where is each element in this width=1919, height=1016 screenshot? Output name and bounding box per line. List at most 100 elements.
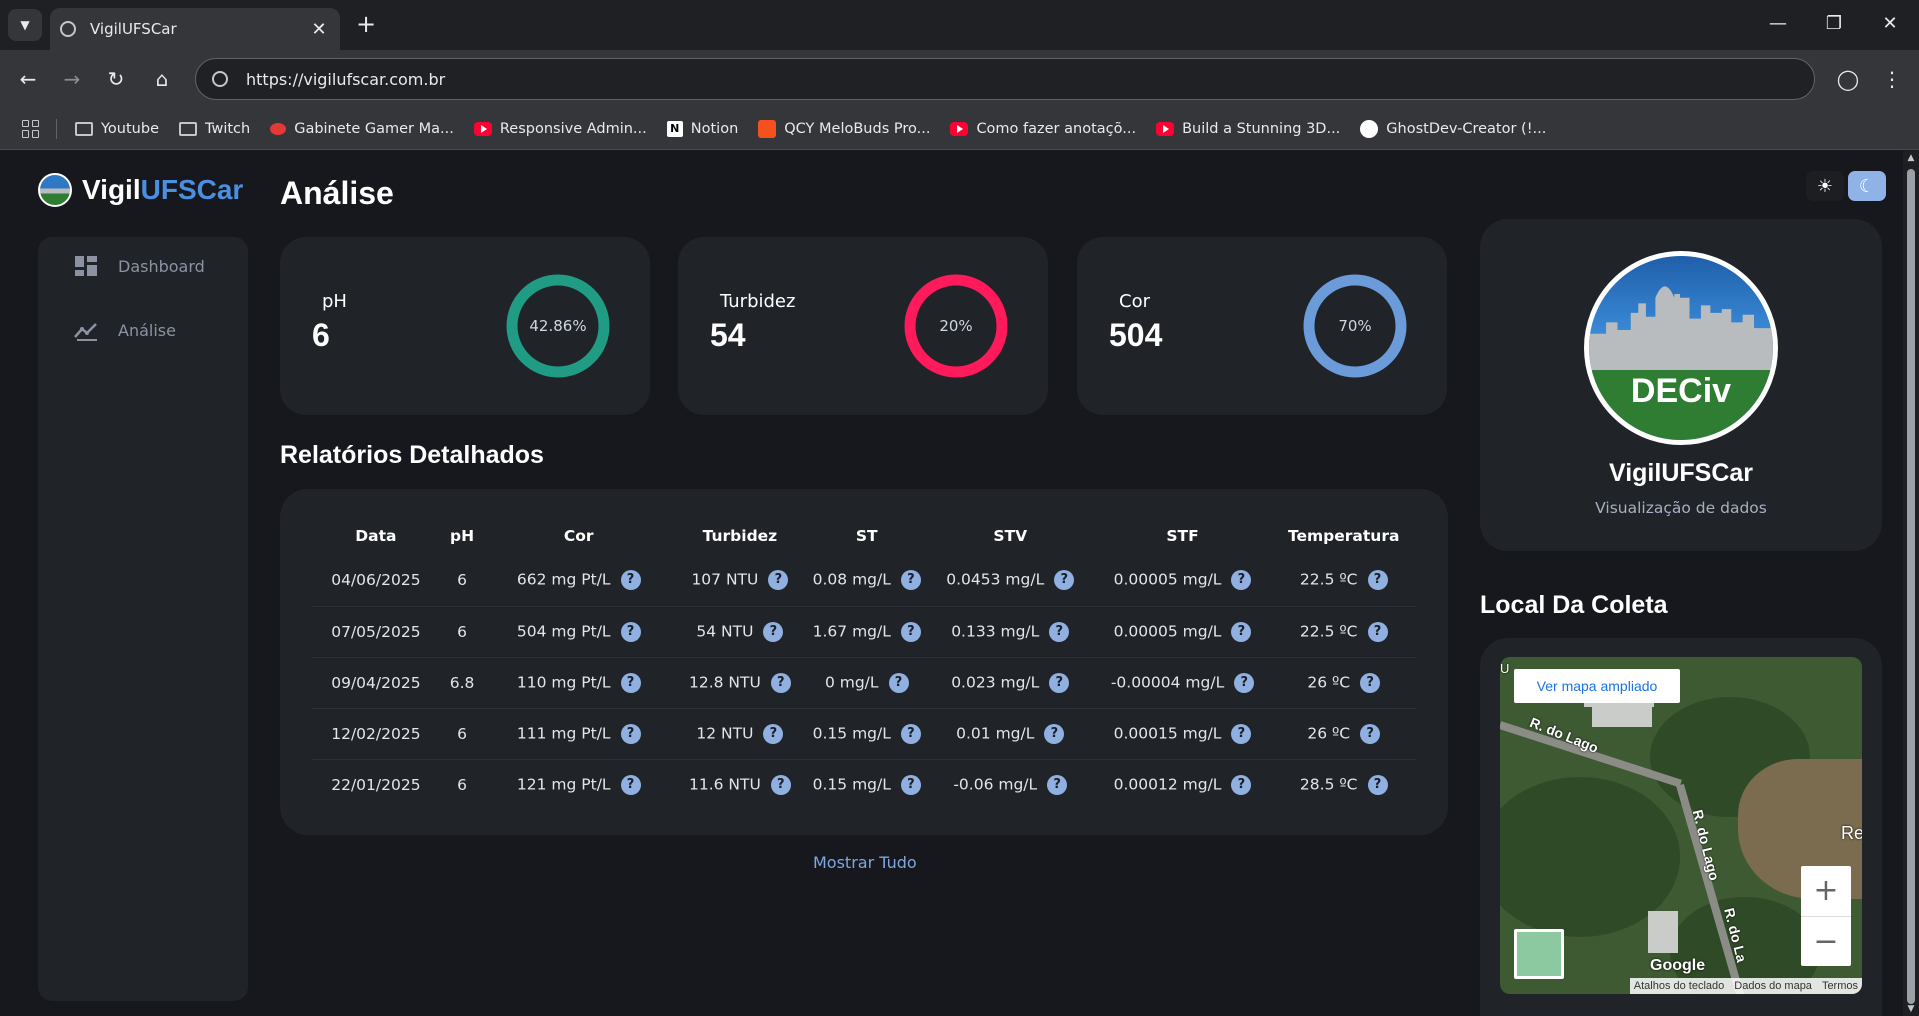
site-info-icon[interactable] [212,71,228,87]
brand[interactable]: VigilUFSCar [38,173,243,207]
table-cell: 662 mg Pt/L? [484,555,674,607]
help-icon[interactable]: ? [1049,621,1070,642]
cell-value: 662 mg Pt/L [516,570,611,589]
home-button[interactable]: ⌂ [146,63,178,95]
help-icon[interactable]: ? [1367,621,1388,642]
help-icon[interactable]: ? [900,774,921,795]
help-icon[interactable]: ? [1367,774,1388,795]
map-attribution: Atalhos do teclado Dados do mapa Termos [1629,978,1862,994]
help-icon[interactable]: ? [1231,723,1252,744]
help-icon[interactable]: ? [1367,570,1388,591]
new-tab-button[interactable]: + [352,10,380,38]
table-cell: 54 NTU? [673,606,807,658]
bookmark-build-3d[interactable]: Build a Stunning 3D... [1156,121,1340,137]
cell-value: 0.00012 mg/L [1113,775,1222,794]
help-icon[interactable]: ? [620,621,641,642]
cell-value: 12/02/2025 [331,724,421,743]
help-icon[interactable]: ? [1047,774,1068,795]
column-header: Cor [563,527,594,545]
deciv-logo-icon [38,173,72,207]
help-icon[interactable]: ? [1054,570,1075,591]
help-icon[interactable]: ? [770,672,791,693]
page-scrollbar[interactable]: ▲ ▼ [1903,151,1919,1016]
cell-value: 6 [457,724,467,743]
menu-icon[interactable]: ⋮ [1876,63,1908,95]
map-data-link[interactable]: Dados do mapa [1734,978,1812,994]
help-icon[interactable]: ? [1044,723,1065,744]
profile-name: VigilUFSCar [1608,459,1754,487]
help-icon[interactable]: ? [1360,672,1381,693]
help-icon[interactable]: ? [900,621,921,642]
help-icon[interactable]: ? [1231,774,1252,795]
help-icon[interactable]: ? [620,774,641,795]
bookmark-como-fazer[interactable]: Como fazer anotaçõ... [950,121,1136,137]
help-icon[interactable]: ? [763,723,784,744]
apps-icon[interactable] [22,119,40,138]
bookmark-twitch[interactable]: Twitch [179,121,250,137]
tab-search-button[interactable]: ▼ [8,9,42,41]
moon-icon[interactable]: ☾ [1848,171,1886,201]
help-icon[interactable]: ? [1234,672,1255,693]
minimize-button[interactable]: — [1750,8,1806,40]
youtube-icon [950,121,969,136]
bookmark-notion[interactable]: N Notion [666,120,738,137]
help-icon[interactable]: ? [1231,570,1252,591]
bookmark-gabinete[interactable]: Gabinete Gamer Ma... [270,121,454,137]
address-bar[interactable]: https://vigilufscar.com.br [195,58,1815,100]
help-icon[interactable]: ? [620,672,641,693]
tab-close-icon[interactable]: ✕ [308,19,330,40]
open-larger-map-link[interactable]: Ver mapa ampliado [1514,669,1680,703]
scroll-up-icon[interactable]: ▲ [1906,153,1916,163]
sidebar-item-dashboard[interactable]: Dashboard [74,255,205,277]
youtube-icon [1156,121,1175,136]
browser-tab[interactable]: VigilUFSCar ✕ [50,8,340,50]
map-layer-toggle[interactable] [1514,929,1564,979]
zoom-in-button[interactable]: + [1801,866,1851,916]
cell-value: 0.00005 mg/L [1113,570,1222,589]
scroll-down-icon[interactable]: ▼ [1906,1004,1916,1014]
sun-icon[interactable]: ☀ [1806,171,1844,201]
forward-button[interactable]: → [56,63,88,95]
help-icon[interactable]: ? [620,723,641,744]
help-icon[interactable]: ? [1360,723,1381,744]
sidebar-item-analise[interactable]: Análise [74,319,176,341]
help-icon[interactable]: ? [763,621,784,642]
scrollbar-thumb[interactable] [1907,169,1915,1004]
close-window-button[interactable]: ✕ [1862,8,1918,40]
help-icon[interactable]: ? [1231,621,1252,642]
zoom-out-button[interactable]: − [1801,917,1851,967]
help-icon[interactable]: ? [768,570,789,591]
cell-value: 09/04/2025 [331,673,421,692]
bookmarks-divider [56,118,57,139]
reports-table: Data pH Cor Turbidez ST STV STF Temperatura 04/… [312,517,1416,810]
cell-value: 6 [457,571,467,590]
back-button[interactable]: ← [12,63,44,95]
table-cell: 0.133 mg/L? [926,606,1094,658]
help-icon[interactable]: ? [770,774,791,795]
help-icon[interactable]: ? [1049,672,1070,693]
cell-value: 28.5 ºC [1299,775,1358,794]
reload-button[interactable]: ↻ [100,63,132,95]
bookmark-responsive-admin[interactable]: Responsive Admin... [473,121,647,137]
help-icon[interactable]: ? [888,672,909,693]
restore-button[interactable]: ❐ [1806,8,1862,40]
stat-label: pH [322,291,347,312]
help-icon[interactable]: ? [620,570,641,591]
bookmark-ghostdev[interactable]: GhostDev-Creator (!... [1360,119,1546,138]
cell-value: 504 mg Pt/L [516,622,611,640]
bookmark-youtube[interactable]: Youtube [75,121,159,137]
profile-icon[interactable]: ◯ [1832,63,1864,95]
table-cell: 6.8 [439,657,485,709]
keyboard-shortcuts-link[interactable]: Atalhos do teclado [1634,978,1725,994]
bookmark-qcy[interactable]: QCY MeloBuds Pro... [758,119,930,138]
terms-link[interactable]: Termos [1822,978,1858,994]
stat-percent: 20% [939,317,972,335]
collection-map[interactable]: U Re R. do Lago R. do Lago R. do La Ver … [1500,657,1862,994]
help-icon[interactable]: ? [900,723,921,744]
show-all-link[interactable]: Mostrar Tudo [813,853,917,872]
cell-value: 110 mg Pt/L [516,673,611,691]
table-cell: 26 ºC? [1271,708,1416,760]
profile-subtitle: Visualização de dados [1595,499,1767,517]
theme-toggle[interactable]: ☀ ☾ [1806,171,1886,201]
help-icon[interactable]: ? [900,570,921,591]
